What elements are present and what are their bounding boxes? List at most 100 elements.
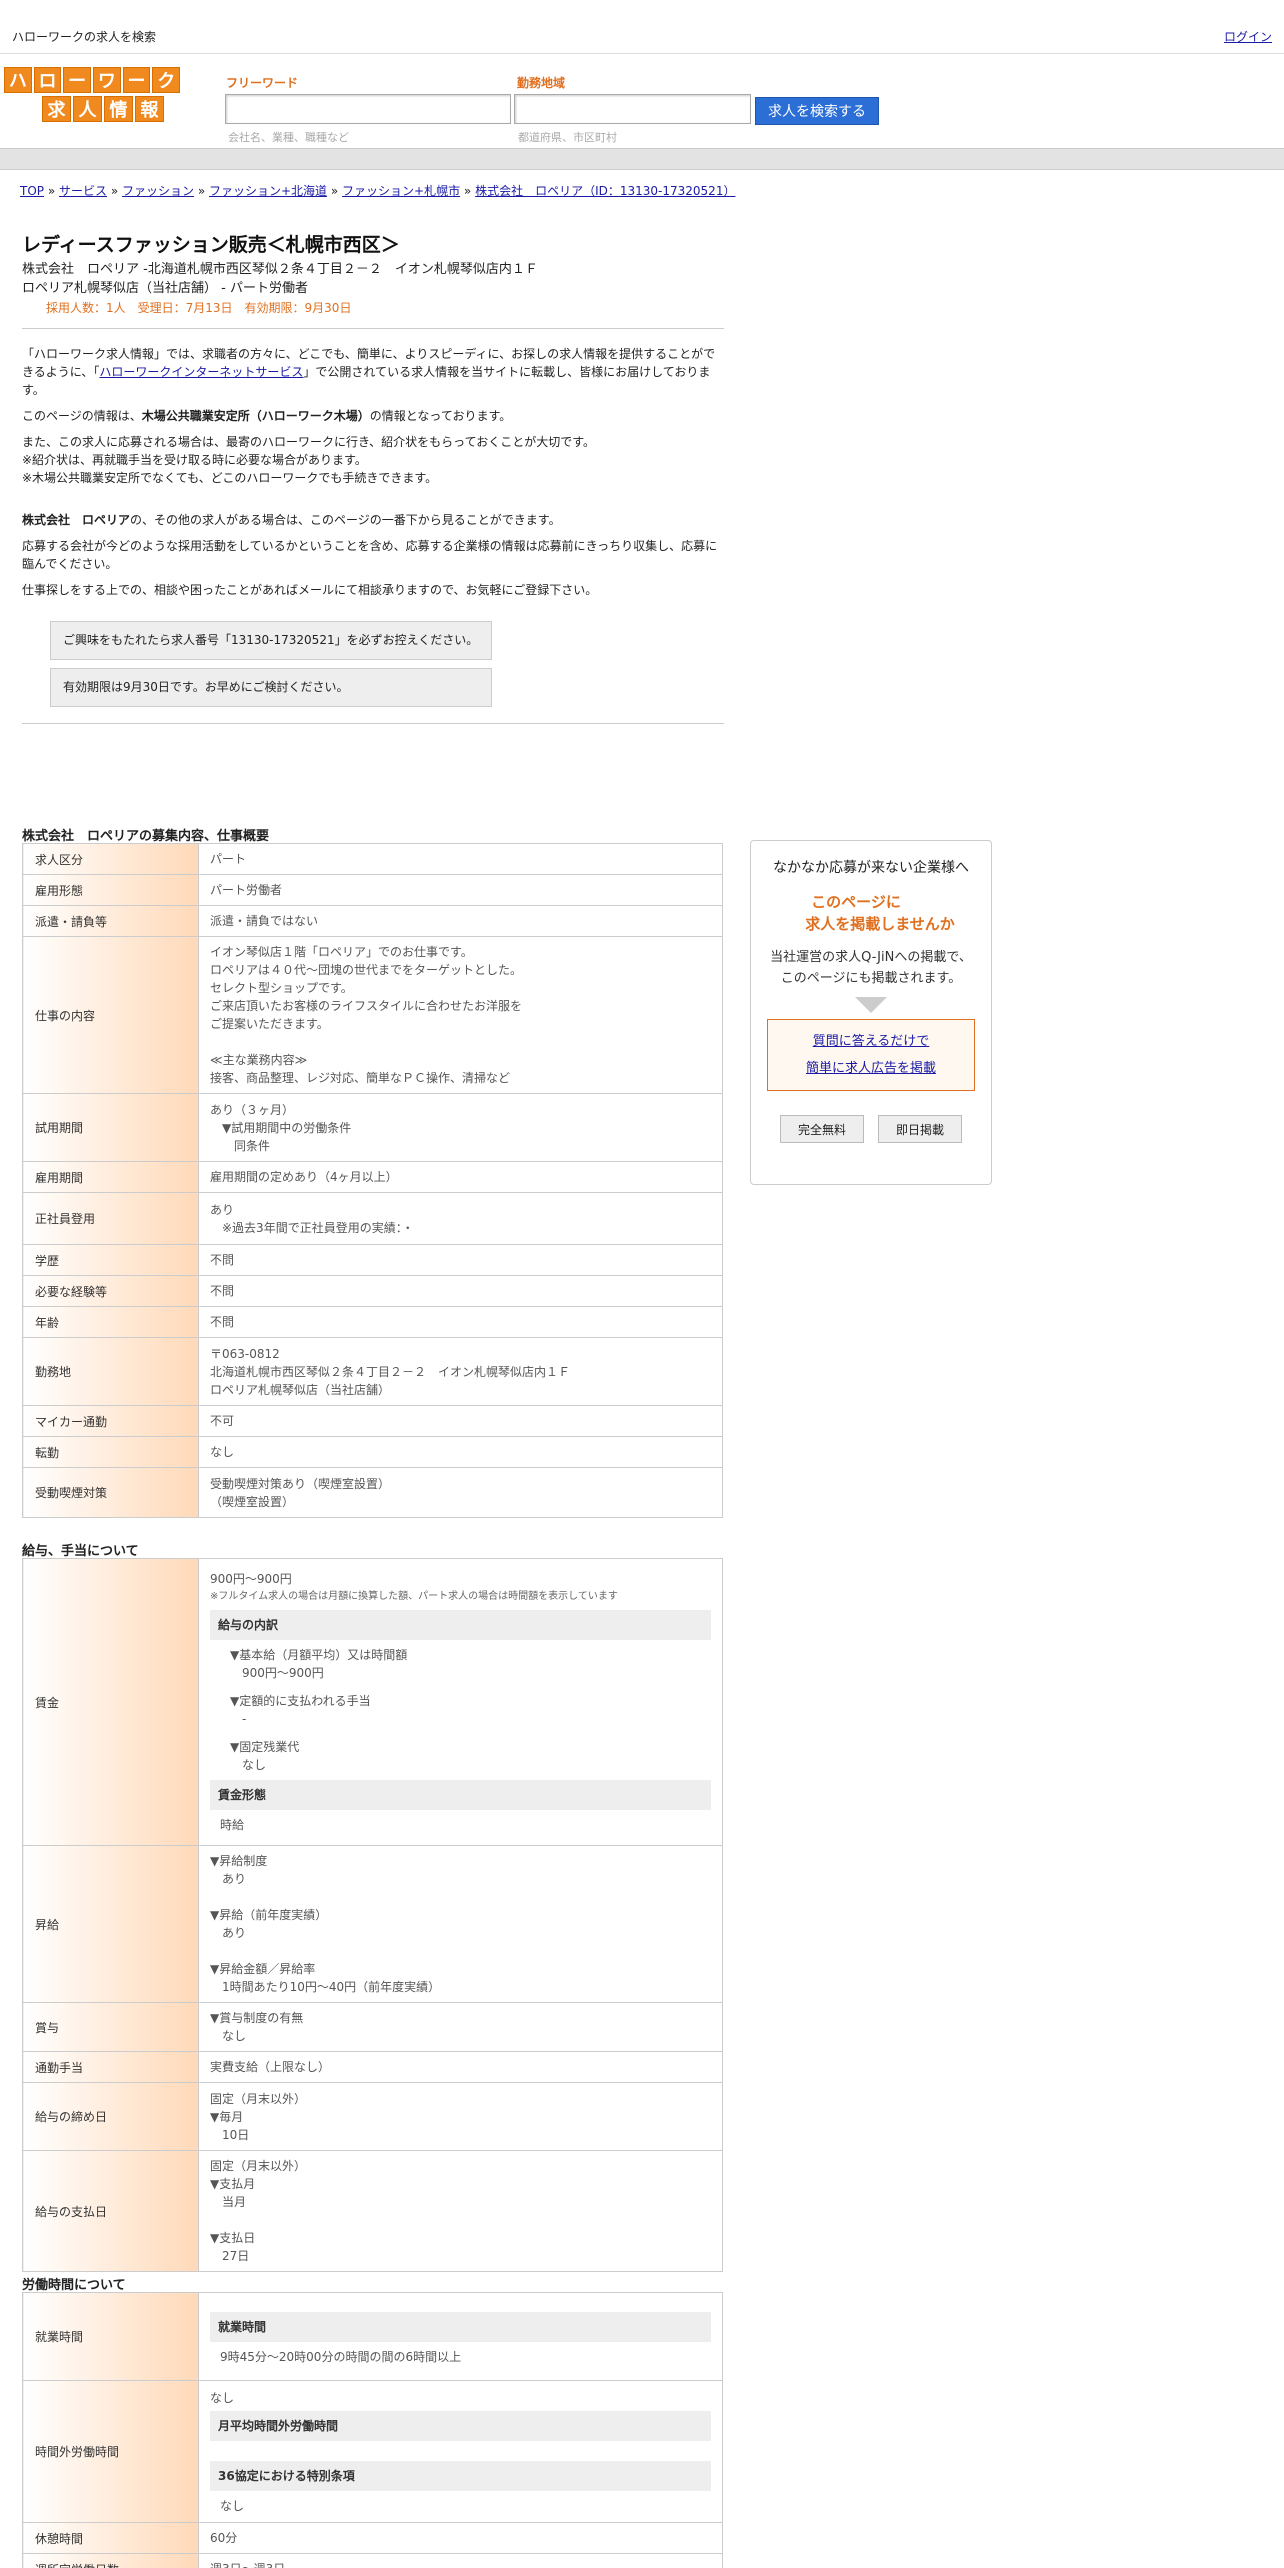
rest-cell: 60分 — [198, 2522, 723, 2554]
intro-p5: ※木場公共職業安定所でなくても、どこのハローワークでも手続きできます。 — [22, 471, 438, 485]
search-button[interactable]: 求人を検索する — [755, 97, 879, 125]
line — [210, 1888, 711, 1906]
row-value: 不問 — [198, 1244, 723, 1276]
commute-cell: 実費支給（上限なし） — [198, 2051, 723, 2083]
line: 1時間あたり10円〜40円（前年度実績） — [210, 1980, 441, 1994]
fixed-key: ▼定額的に支払われる手当 — [230, 1694, 371, 1708]
line: （喫煙室設置） — [210, 1494, 295, 1509]
table-row: 給与の支払日 固定（月末以外） ▼支払月 当月 ▼支払日 27日 — [22, 2150, 723, 2272]
wage-note: ※フルタイム求人の場合は月額に換算した額、パート求人の場合は時間額を表示していま… — [210, 1591, 618, 1602]
ot-key: ▼固定残業代 — [230, 1740, 300, 1754]
row-label: 正社員登用 — [22, 1192, 199, 1245]
free-button[interactable]: 完全無料 — [780, 1115, 864, 1143]
logo-char: ロ — [33, 67, 62, 93]
table-row: 必要な経験等 不問 — [22, 1275, 723, 1307]
line: あり（３ヶ月） — [210, 1102, 295, 1117]
line: 不問 — [210, 1315, 235, 1329]
logo-char: ク — [152, 67, 181, 93]
line: ロペリア札幌琴似店（当社店舗） — [210, 1382, 391, 1397]
divider — [22, 723, 724, 724]
job-store-type: ロペリア札幌琴似店（当社店舗） - パート労働者 — [22, 281, 308, 296]
breadcrumb-service[interactable]: サービス — [59, 184, 107, 198]
row-label: 就業時間 — [22, 2292, 199, 2381]
line: 固定（月末以外） — [210, 2159, 307, 2173]
area-label: 勤務地域 — [517, 76, 566, 90]
line: ▼賞与制度の有無 — [210, 2011, 304, 2025]
table-row: 雇用形態 パート労働者 — [22, 874, 723, 906]
line: 不問 — [210, 1253, 235, 1267]
breakdown-list: ▼基本給（月額平均）又は時間額 900円〜900円 ▼定額的に支払われる手当 - ▼… — [210, 1646, 711, 1774]
line: 実費支給（上限なし） — [210, 2060, 331, 2074]
line: ▼昇給制度 — [210, 1854, 268, 1868]
line: 当月 — [210, 2195, 247, 2209]
breadcrumb-company[interactable]: 株式会社 ロペリア（ID：13130-17320521） — [475, 184, 735, 198]
row-value: 不問 — [198, 1306, 723, 1338]
logo-char: 情 — [104, 96, 133, 122]
logo-char: ー — [122, 67, 151, 93]
line: パート — [210, 852, 247, 866]
freeword-label: フリーワード — [226, 76, 299, 90]
job-title: レディースファッション販売＜札幌市西区＞ — [22, 234, 400, 256]
line — [210, 2211, 711, 2229]
ot-heading2: 36協定における特別条項 — [210, 2460, 711, 2491]
hours-heading: 労働時間について — [22, 2278, 126, 2293]
line: 受動喫煙対策あり（喫煙室設置） — [210, 1476, 391, 1491]
hellowork-internet-link[interactable]: ハローワークインターネットサービス — [99, 365, 303, 379]
salary-heading: 給与、手当について — [22, 1544, 139, 1559]
breadcrumb-top[interactable]: TOP — [20, 184, 44, 198]
form-value: 時給 — [220, 1818, 245, 1832]
breadcrumb-sapporo[interactable]: ファッション+札幌市 — [342, 184, 460, 198]
area-input[interactable] — [514, 94, 751, 124]
table-row: マイカー通勤 不可 — [22, 1405, 723, 1437]
breadcrumb-hokkaido[interactable]: ファッション+北海道 — [209, 184, 327, 198]
row-label: 勤務地 — [22, 1337, 199, 1406]
breadcrumb-fashion[interactable]: ファッション — [122, 184, 194, 198]
row-label: 求人区分 — [22, 843, 199, 875]
side-headline: このページに 求人を掲載しませんか — [805, 893, 955, 933]
line: イオン琴似店１階「ロペリア」でのお仕事です。 — [210, 945, 473, 959]
table-row: 休憩時間 60分 — [22, 2522, 723, 2554]
table-row: 給与の締め日 固定（月末以外） ▼毎月 10日 — [22, 2082, 723, 2151]
row-label: 年齢 — [22, 1306, 199, 1338]
line: 北海道札幌市西区琴似２条４丁目２－２ イオン札幌琴似店内１Ｆ — [210, 1364, 571, 1379]
row-label: 時間外労働時間 — [22, 2380, 199, 2523]
line: 不問 — [210, 1284, 235, 1298]
row-label: 学歴 — [22, 1244, 199, 1276]
line: 10日 — [210, 2127, 250, 2142]
row-value: 雇用期間の定めあり（4ヶ月以上） — [198, 1161, 723, 1193]
intro-p6: 株式会社 ロペリアの、その他の求人がある場合は、このページの一番下から見ることが… — [22, 513, 561, 527]
table-row: 賞与 ▼賞与制度の有無 なし — [22, 2002, 723, 2052]
work-cell: 就業時間 9時45分〜20時00分の時間の間の6時間以上 — [198, 2292, 723, 2381]
login-link[interactable]: ログイン — [1224, 28, 1272, 45]
line: あり — [210, 1202, 235, 1217]
same-day-button[interactable]: 即日掲載 — [878, 1115, 962, 1143]
row-value: 受動喫煙対策あり（喫煙室設置） （喫煙室設置） — [198, 1467, 723, 1518]
table-row: 転勤 なし — [22, 1436, 723, 1468]
side-text: 当社運営の求人Q-JiNへの掲載で、 このページにも掲載されます。 — [770, 950, 972, 986]
table-row: 求人区分 パート — [22, 843, 723, 875]
side-link-questions[interactable]: 質問に答えるだけで — [813, 1034, 930, 1049]
row-label: 休憩時間 — [22, 2522, 199, 2554]
line: ▼昇給金額／昇給率 — [210, 1962, 316, 1976]
row-value: 不可 — [198, 1405, 723, 1437]
line: 雇用期間の定めあり（4ヶ月以上） — [210, 1170, 398, 1184]
side-link-post-ad[interactable]: 簡単に求人広告を掲載 — [806, 1061, 936, 1076]
freeword-input[interactable] — [225, 94, 511, 124]
line — [210, 1033, 711, 1051]
line: セレクト型ショップです。 — [210, 981, 353, 995]
line: 固定（月末以外） — [210, 2091, 307, 2106]
form-heading: 賃金形態 — [210, 1780, 711, 1810]
line: ご来店頂いたお客様のライフスタイルに合わせたお洋服を — [210, 999, 523, 1013]
wage-value: 900円〜900円 — [210, 1572, 292, 1586]
site-logo[interactable]: ハローワーク 求人情報 — [4, 67, 181, 123]
line: ※過去3年間で正社員登用の実績：・ — [210, 1220, 414, 1235]
wage-cell: 900円〜900円 ※フルタイム求人の場合は月額に換算した額、パート求人の場合は… — [198, 1558, 723, 1846]
line: なし — [210, 1445, 235, 1459]
bonus-cell: ▼賞与制度の有無 なし — [198, 2002, 723, 2052]
intro-p3: また、この求人に応募される場合は、最寄のハローワークに行き、紹介状をもらっておく… — [22, 435, 596, 449]
table-row: 週所定労働日数週3日〜週3日 — [22, 2553, 723, 2568]
line: 接客、商品整理、レジ対応、簡単なＰＣ操作、清掃など — [210, 1071, 511, 1085]
note-job-number: ご興味をもたれたら求人番号「13130-17320521」を必ずお控えください。 — [50, 621, 492, 660]
row-label: 受動喫煙対策 — [22, 1467, 199, 1518]
work-value: 9時45分〜20時00分の時間の間の6時間以上 — [220, 2349, 462, 2364]
